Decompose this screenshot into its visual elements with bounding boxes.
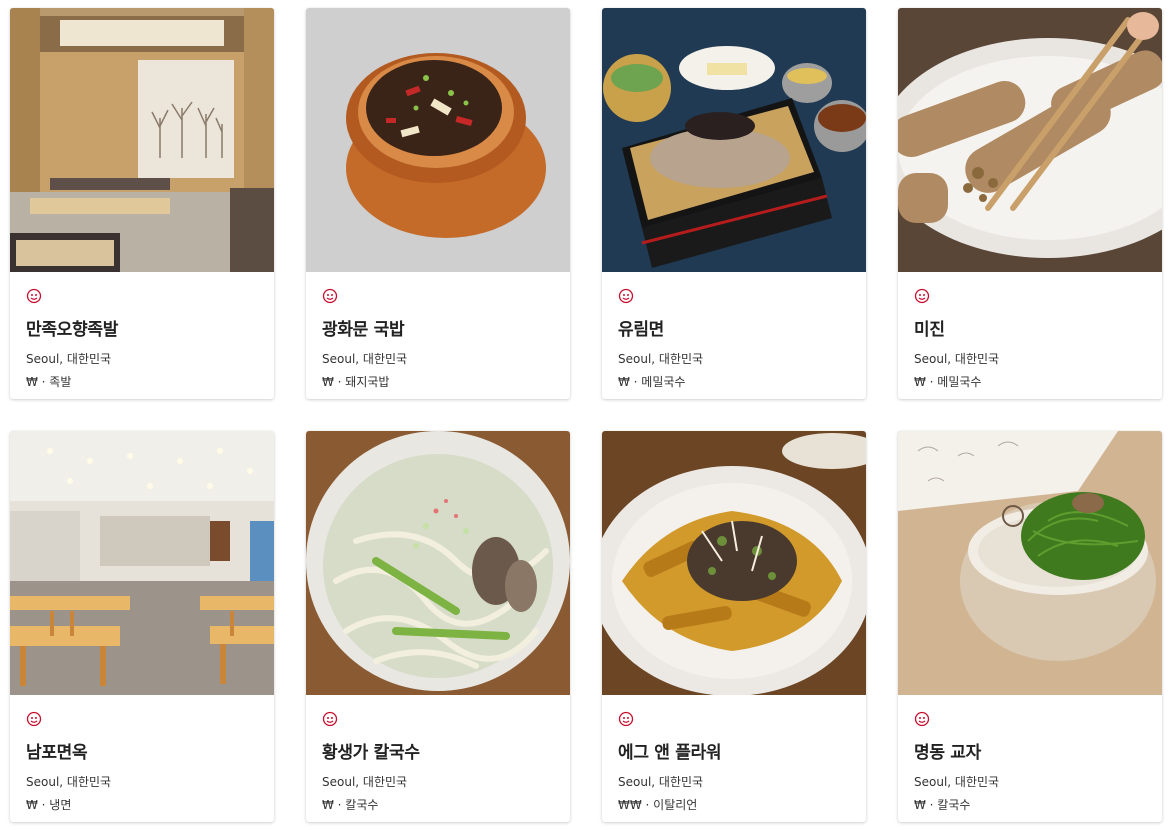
restaurant-location: Seoul, 대한민국 bbox=[618, 352, 704, 366]
card-info: 황생가 칼국수 Seoul, 대한민국 ₩ · 칼국수 bbox=[306, 695, 570, 813]
buckwheat-noodles-photo[interactable] bbox=[602, 8, 866, 272]
restaurant-name[interactable]: 광화문 국밥 bbox=[322, 315, 554, 340]
restaurant-name[interactable]: 남포면옥 bbox=[26, 738, 258, 763]
restaurant-location: Seoul, 대한민국 bbox=[618, 775, 704, 789]
restaurant-card[interactable]: 명동 교자 Seoul, 대한민국 ₩ · 칼국수 bbox=[898, 431, 1162, 822]
restaurant-interior-photo[interactable] bbox=[10, 8, 274, 272]
michelin-bib-icon bbox=[914, 288, 930, 304]
buckwheat-crepe-rolls-photo[interactable] bbox=[898, 8, 1162, 272]
restaurant-name[interactable]: 황생가 칼국수 bbox=[322, 738, 554, 763]
michelin-bib-icon bbox=[914, 711, 930, 727]
pasta-dish-photo[interactable] bbox=[602, 431, 866, 695]
restaurant-name[interactable]: 만족오향족발 bbox=[26, 315, 258, 340]
card-info: 에그 앤 플라워 Seoul, 대한민국 ₩₩ · 이탈리언 bbox=[602, 695, 866, 813]
restaurant-name[interactable]: 유림면 bbox=[618, 315, 850, 340]
restaurant-card[interactable]: 미진 Seoul, 대한민국 ₩ · 메밀국수 bbox=[898, 8, 1162, 399]
michelin-bib-icon bbox=[322, 711, 338, 727]
restaurant-card[interactable]: 만족오향족발 Seoul, 대한민국 ₩ · 족발 bbox=[10, 8, 274, 399]
restaurant-price-cuisine: ₩ · 족발 bbox=[26, 375, 72, 389]
restaurant-card[interactable]: 유림면 Seoul, 대한민국 ₩ · 메밀국수 bbox=[602, 8, 866, 399]
card-info: 명동 교자 Seoul, 대한민국 ₩ · 칼국수 bbox=[898, 695, 1162, 813]
restaurant-card[interactable]: 광화문 국밥 Seoul, 대한민국 ₩ · 돼지국밥 bbox=[306, 8, 570, 399]
card-info: 남포면옥 Seoul, 대한민국 ₩ · 냉면 bbox=[10, 695, 274, 813]
michelin-bib-icon bbox=[322, 288, 338, 304]
restaurant-name[interactable]: 미진 bbox=[914, 315, 1146, 340]
michelin-bib-icon bbox=[618, 711, 634, 727]
card-info: 미진 Seoul, 대한민국 ₩ · 메밀국수 bbox=[898, 272, 1162, 390]
braised-dish-photo[interactable] bbox=[306, 8, 570, 272]
restaurant-location: Seoul, 대한민국 bbox=[26, 352, 112, 366]
dining-hall-photo[interactable] bbox=[10, 431, 274, 695]
card-info: 광화문 국밥 Seoul, 대한민국 ₩ · 돼지국밥 bbox=[306, 272, 570, 390]
michelin-bib-icon bbox=[26, 711, 42, 727]
restaurant-location: Seoul, 대한민국 bbox=[322, 352, 408, 366]
restaurant-price-cuisine: ₩ · 메밀국수 bbox=[914, 375, 982, 389]
restaurant-location: Seoul, 대한민국 bbox=[914, 775, 1000, 789]
restaurant-price-cuisine: ₩ · 냉면 bbox=[26, 798, 72, 812]
restaurant-price-cuisine: ₩ · 메밀국수 bbox=[618, 375, 686, 389]
restaurant-price-cuisine: ₩ · 칼국수 bbox=[322, 798, 379, 812]
restaurant-grid: 만족오향족발 Seoul, 대한민국 ₩ · 족발 광화문 국밥 Seoul, … bbox=[10, 8, 1162, 822]
restaurant-price-cuisine: ₩ · 칼국수 bbox=[914, 798, 971, 812]
restaurant-location: Seoul, 대한민국 bbox=[322, 775, 408, 789]
restaurant-card[interactable]: 황생가 칼국수 Seoul, 대한민국 ₩ · 칼국수 bbox=[306, 431, 570, 822]
restaurant-location: Seoul, 대한민국 bbox=[914, 352, 1000, 366]
restaurant-name[interactable]: 명동 교자 bbox=[914, 738, 1146, 763]
restaurant-price-cuisine: ₩ · 돼지국밥 bbox=[322, 375, 390, 389]
cold-noodles-photo[interactable] bbox=[898, 431, 1162, 695]
card-info: 유림면 Seoul, 대한민국 ₩ · 메밀국수 bbox=[602, 272, 866, 390]
noodle-soup-photo[interactable] bbox=[306, 431, 570, 695]
michelin-bib-icon bbox=[618, 288, 634, 304]
michelin-bib-icon bbox=[26, 288, 42, 304]
card-info: 만족오향족발 Seoul, 대한민국 ₩ · 족발 bbox=[10, 272, 274, 390]
restaurant-card[interactable]: 남포면옥 Seoul, 대한민국 ₩ · 냉면 bbox=[10, 431, 274, 822]
restaurant-price-cuisine: ₩₩ · 이탈리언 bbox=[618, 798, 698, 812]
restaurant-location: Seoul, 대한민국 bbox=[26, 775, 112, 789]
restaurant-card[interactable]: 에그 앤 플라워 Seoul, 대한민국 ₩₩ · 이탈리언 bbox=[602, 431, 866, 822]
restaurant-name[interactable]: 에그 앤 플라워 bbox=[618, 738, 850, 763]
